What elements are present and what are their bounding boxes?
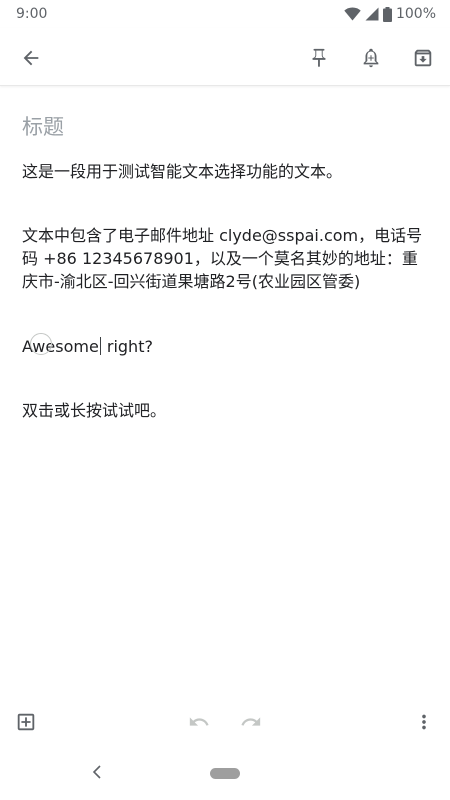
add-box-icon xyxy=(15,711,37,733)
more-options-button[interactable] xyxy=(408,706,440,738)
battery-percent: 100% xyxy=(395,6,436,22)
undo-icon xyxy=(188,711,210,733)
reminder-button[interactable] xyxy=(353,40,389,76)
note-paragraph: 文本中包含了电子邮件地址 clyde@sspai.com，电话号码 +86 12… xyxy=(22,226,423,291)
redo-button[interactable] xyxy=(235,706,267,738)
bottom-action-bar xyxy=(0,700,450,744)
status-time: 9:00 xyxy=(16,6,48,22)
system-nav-bar xyxy=(0,750,450,800)
note-title-input[interactable]: 标题 xyxy=(22,113,64,141)
more-vert-icon xyxy=(413,711,435,733)
back-button[interactable] xyxy=(13,40,49,76)
pin-icon xyxy=(308,47,330,69)
touch-indicator xyxy=(30,333,52,355)
note-paragraph-cursor-line: Awesome right? xyxy=(22,333,426,358)
text-cursor xyxy=(99,337,101,355)
pin-button[interactable] xyxy=(301,40,337,76)
archive-icon xyxy=(412,47,434,69)
undo-button[interactable] xyxy=(183,706,215,738)
note-toolbar xyxy=(0,28,450,86)
battery-icon xyxy=(382,6,392,22)
status-icons: 100% xyxy=(344,6,436,22)
status-bar: 9:00 100% xyxy=(0,0,450,28)
system-back-button[interactable] xyxy=(86,762,108,784)
note-paragraph: 双击或长按试试吧。 xyxy=(22,401,167,420)
cell-signal-icon xyxy=(365,7,379,21)
system-home-pill[interactable] xyxy=(210,768,240,779)
note-body-editor[interactable]: 这是一段用于测试智能文本选择功能的文本。 文本中包含了电子邮件地址 clyde@… xyxy=(22,160,426,422)
chevron-left-icon xyxy=(91,764,103,783)
archive-button[interactable] xyxy=(405,40,441,76)
redo-icon xyxy=(240,711,262,733)
reminder-bell-icon xyxy=(360,47,382,69)
wifi-icon xyxy=(344,7,361,21)
back-arrow-icon xyxy=(20,47,42,69)
text-after-cursor: right? xyxy=(101,337,153,356)
note-paragraph: 这是一段用于测试智能文本选择功能的文本。 xyxy=(22,162,343,181)
add-content-button[interactable] xyxy=(10,706,42,738)
